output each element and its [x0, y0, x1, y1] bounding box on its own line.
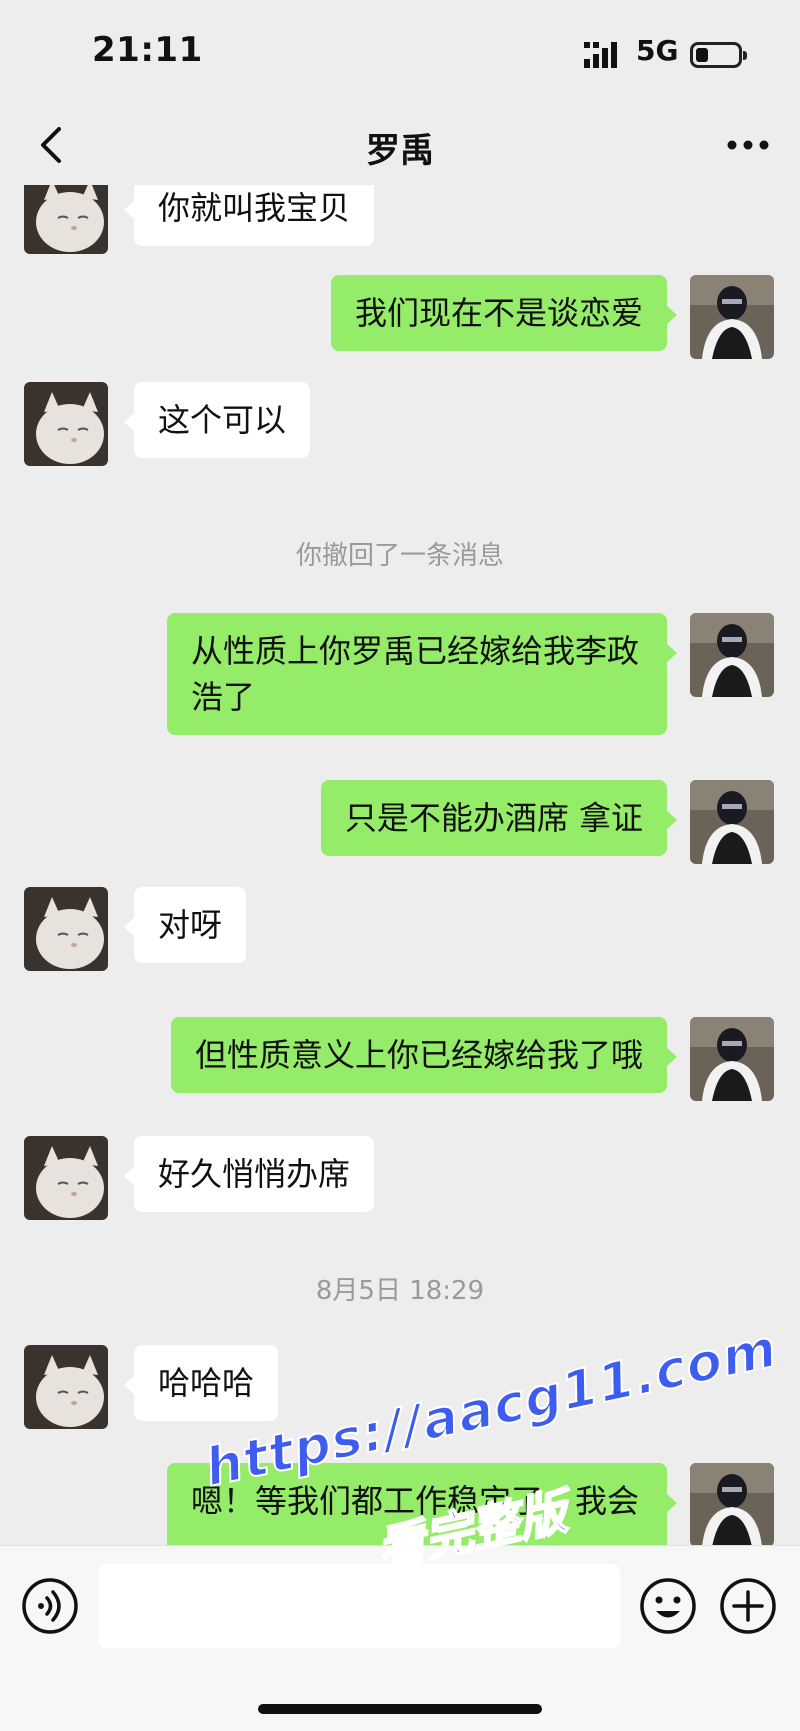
masked-person-avatar-icon	[690, 275, 774, 359]
chat-header: 罗禹	[0, 105, 800, 185]
chat-title: 罗禹	[366, 131, 434, 171]
contact-avatar[interactable]	[24, 185, 108, 254]
outgoing-message-bubble[interactable]: 嗯！等我们都工作稳定了，我会	[167, 1463, 677, 1545]
contact-avatar[interactable]	[24, 1136, 108, 1220]
plus-button[interactable]	[718, 1576, 778, 1636]
more-dots-icon	[727, 140, 769, 150]
masked-person-avatar-icon	[690, 780, 774, 864]
masked-person-avatar-icon	[690, 1463, 774, 1545]
emoji-button[interactable]	[638, 1576, 698, 1636]
battery-icon	[690, 42, 747, 68]
signal-icon	[584, 42, 617, 68]
message-input[interactable]	[98, 1564, 620, 1648]
message-list[interactable]: 你就叫我宝贝 我们现在不是谈恋爱 这个可以 你撤回了一条消息 从性质上你罗禹已经…	[0, 185, 800, 1545]
cat-avatar-icon	[24, 185, 108, 254]
my-avatar[interactable]	[690, 613, 774, 697]
masked-person-avatar-icon	[690, 1017, 774, 1101]
my-avatar[interactable]	[690, 1017, 774, 1101]
cat-avatar-icon	[24, 382, 108, 466]
status-time: 21:11	[92, 30, 203, 70]
recall-notice: 你撤回了一条消息	[295, 541, 504, 571]
contact-avatar[interactable]	[24, 1345, 108, 1429]
contact-avatar[interactable]	[24, 382, 108, 466]
outgoing-message-bubble[interactable]: 但性质意义上你已经嫁给我了哦	[170, 1017, 678, 1093]
status-bar: 21:11 5G	[0, 0, 800, 105]
more-button[interactable]	[718, 115, 778, 175]
cat-avatar-icon	[24, 1345, 108, 1429]
voice-button[interactable]	[20, 1576, 80, 1636]
incoming-message-bubble[interactable]: 你就叫我宝贝	[123, 185, 375, 246]
outgoing-message-bubble[interactable]: 只是不能办酒席 拿证	[320, 780, 678, 856]
incoming-message-bubble[interactable]: 对呀	[123, 887, 247, 963]
voice-icon	[22, 1578, 78, 1634]
network-type: 5G	[636, 34, 679, 67]
contact-avatar[interactable]	[24, 887, 108, 971]
masked-person-avatar-icon	[690, 613, 774, 697]
home-indicator[interactable]	[258, 1704, 542, 1714]
my-avatar[interactable]	[690, 780, 774, 864]
input-bar	[0, 1545, 800, 1731]
outgoing-message-bubble[interactable]: 从性质上你罗禹已经嫁给我李政浩了	[167, 613, 677, 735]
incoming-message-bubble[interactable]: 这个可以	[123, 382, 311, 458]
plus-icon	[720, 1578, 776, 1634]
my-avatar[interactable]	[690, 1463, 774, 1545]
incoming-message-bubble[interactable]: 哈哈哈	[123, 1345, 279, 1421]
emoji-icon	[640, 1578, 696, 1634]
my-avatar[interactable]	[690, 275, 774, 359]
incoming-message-bubble[interactable]: 好久悄悄办席	[123, 1136, 375, 1212]
timestamp: 8月5日 18:29	[315, 1276, 485, 1306]
cat-avatar-icon	[24, 1136, 108, 1220]
cat-avatar-icon	[24, 887, 108, 971]
outgoing-message-bubble[interactable]: 我们现在不是谈恋爱	[330, 275, 678, 351]
